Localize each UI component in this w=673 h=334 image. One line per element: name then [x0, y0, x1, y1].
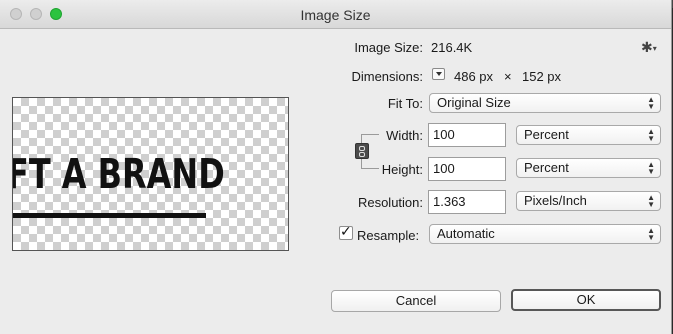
select-arrows-icon: ▲ ▼	[647, 127, 655, 143]
dimensions-units-dropdown[interactable]	[432, 68, 445, 80]
height-unit-value: Percent	[524, 160, 569, 175]
image-size-label: Image Size:	[354, 40, 423, 55]
image-size-dialog: Image Size FT A BRAND Image Size: 216.4K…	[0, 0, 672, 334]
dimensions-width-value: 486 px	[454, 69, 494, 84]
height-label: Height:	[381, 162, 423, 177]
preview-underline	[13, 213, 206, 218]
link-bracket-lower	[361, 159, 362, 168]
width-label: Width:	[386, 128, 423, 143]
resolution-label: Resolution:	[357, 195, 423, 210]
select-arrows-icon: ▲ ▼	[647, 95, 655, 111]
preview-image-text: FT A BRAND	[12, 150, 225, 198]
resolution-unit-value: Pixels/Inch	[524, 193, 587, 208]
resolution-input[interactable]: 1.363	[428, 190, 506, 214]
ok-button[interactable]: OK	[511, 289, 661, 311]
resolution-unit-select[interactable]: Pixels/Inch ▲ ▼	[516, 191, 661, 211]
fit-to-select[interactable]: Original Size ▲ ▼	[429, 93, 661, 113]
fit-to-selected-value: Original Size	[437, 95, 511, 110]
title-bar: Image Size	[0, 0, 671, 29]
dimensions-label: Dimensions:	[351, 69, 423, 84]
window-title: Image Size	[300, 7, 371, 23]
dimensions-times-sign: ×	[504, 69, 512, 84]
height-unit-select[interactable]: Percent ▲ ▼	[516, 158, 661, 178]
fit-to-label: Fit To:	[387, 96, 423, 111]
gear-icon[interactable]: ✱▾	[641, 39, 657, 56]
image-preview: FT A BRAND	[12, 97, 289, 251]
link-bracket-upper	[361, 134, 362, 143]
dimensions-height-value: 152 px	[522, 69, 562, 84]
resample-select[interactable]: Automatic ▲ ▼	[429, 224, 661, 244]
select-arrows-icon: ▲ ▼	[647, 160, 655, 176]
resample-checkbox[interactable]: ✓	[339, 223, 353, 240]
height-input[interactable]: 100	[428, 157, 506, 181]
resample-selected-value: Automatic	[437, 226, 495, 241]
select-arrows-icon: ▲ ▼	[647, 226, 655, 242]
width-unit-select[interactable]: Percent ▲ ▼	[516, 125, 661, 145]
chain-link-icon[interactable]	[355, 143, 369, 159]
checkmark-icon: ✓	[340, 223, 352, 239]
cancel-button[interactable]: Cancel	[331, 290, 501, 312]
resample-label: Resample:	[357, 228, 420, 243]
width-input[interactable]: 100	[428, 123, 506, 147]
image-size-value: 216.4K	[431, 40, 473, 55]
select-arrows-icon: ▲ ▼	[647, 193, 655, 209]
width-unit-value: Percent	[524, 127, 569, 142]
